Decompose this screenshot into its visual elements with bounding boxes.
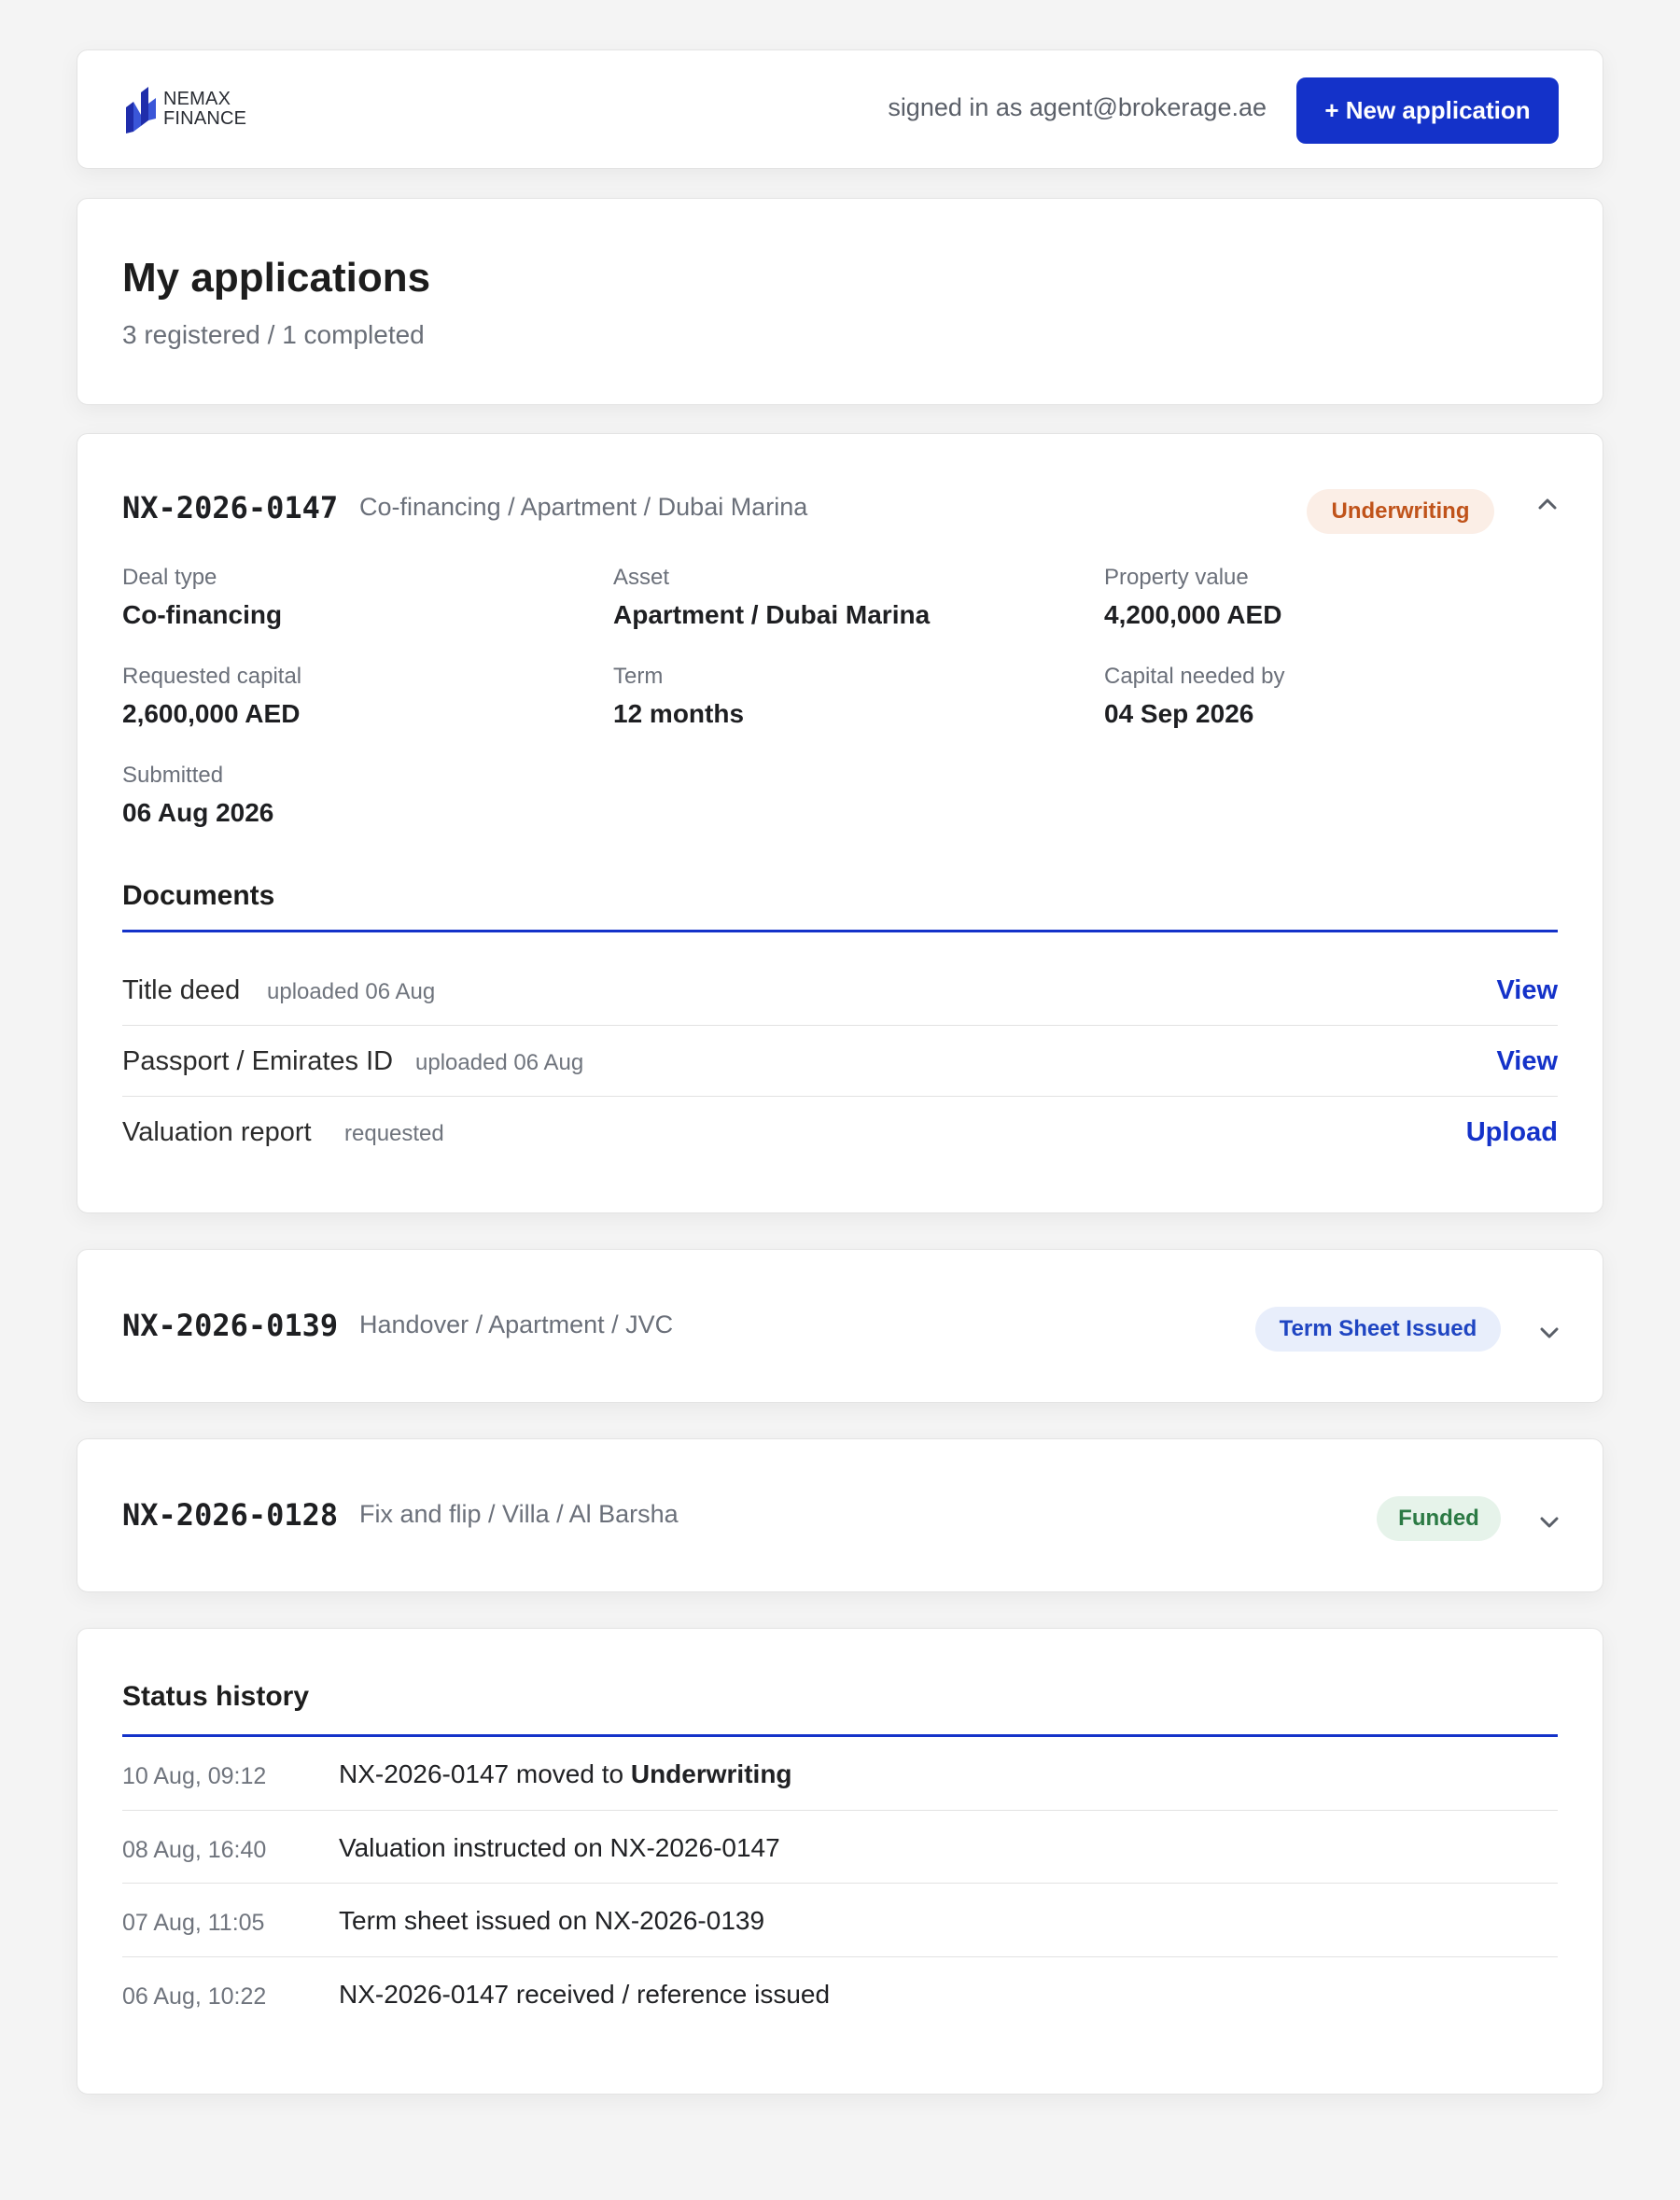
field-asset: Asset Apartment / Dubai Marina: [613, 565, 930, 630]
application-id: NX-2026-0147: [122, 490, 339, 525]
signed-in-label: signed in as agent@brokerage.ae: [888, 93, 1267, 121]
field-property-value: Property value 4,200,000 AED: [1104, 565, 1281, 630]
document-row: Valuation report requested Upload: [122, 1097, 1558, 1168]
document-name: Title deed: [122, 975, 241, 1005]
documents-divider: [122, 930, 1558, 932]
field-value: Apartment / Dubai Marina: [613, 600, 931, 629]
history-heading: Status history: [122, 1681, 310, 1712]
logo-mark-icon: [126, 87, 156, 133]
history-entry: 10 Aug, 09:12 NX-2026-0147 moved to Unde…: [122, 1737, 1558, 1811]
field-submitted: Submitted 06 Aug 2026: [122, 763, 273, 828]
field-label: Deal type: [122, 565, 217, 590]
document-status: requested: [344, 1121, 444, 1146]
new-application-button[interactable]: + New application: [1296, 77, 1559, 144]
application-id: NX-2026-0128: [122, 1497, 339, 1533]
field-value: 04 Sep 2026: [1104, 699, 1254, 728]
history-timestamp: 10 Aug, 09:12: [122, 1763, 267, 1789]
application-description: Handover / Apartment / JVC: [359, 1310, 674, 1338]
history-text: NX-2026-0147 received / reference issued: [339, 1980, 831, 2009]
field-requested-capital: Requested capital 2,600,000 AED: [122, 664, 301, 729]
application-card[interactable]: NX-2026-0128 Fix and flip / Villa / Al B…: [77, 1438, 1603, 1592]
field-value: 4,200,000 AED: [1104, 600, 1282, 629]
chevron-down-icon[interactable]: [1535, 1319, 1563, 1347]
page-header-card: My applications 3 registered / 1 complet…: [77, 198, 1603, 405]
field-deal-type: Deal type Co-financing: [122, 565, 282, 630]
history-text: Term sheet issued on NX-2026-0139: [339, 1906, 765, 1935]
nemax-logo[interactable]: NEMAX FINANCE: [122, 85, 262, 136]
history-status-name: Underwriting: [630, 1759, 792, 1788]
chevron-up-icon[interactable]: [1533, 490, 1561, 518]
history-entry: 08 Aug, 16:40 Valuation instructed on NX…: [122, 1811, 1558, 1884]
application-description: Fix and flip / Villa / Al Barsha: [359, 1500, 679, 1528]
document-status: uploaded 06 Aug: [267, 979, 436, 1004]
document-row: Passport / Emirates ID uploaded 06 Aug V…: [122, 1026, 1558, 1097]
applications-summary: 3 registered / 1 completed: [122, 320, 425, 349]
document-name: Passport / Emirates ID: [122, 1046, 394, 1076]
field-value: 12 months: [613, 699, 745, 728]
logo-line-1: NEMAX: [163, 89, 231, 109]
logo-line-2: FINANCE: [163, 108, 247, 129]
status-badge: Term Sheet Issued: [1255, 1307, 1501, 1352]
field-value: 06 Aug 2026: [122, 798, 274, 827]
application-card: NX-2026-0147 Co-financing / Apartment / …: [77, 433, 1603, 1213]
field-label: Capital needed by: [1104, 664, 1285, 689]
view-document-link[interactable]: View: [1496, 975, 1558, 1006]
history-text-prefix: NX-2026-0147 moved to: [339, 1759, 631, 1788]
status-history-card: Status history 10 Aug, 09:12 NX-2026-014…: [77, 1628, 1603, 2095]
chevron-down-icon[interactable]: [1535, 1508, 1563, 1536]
document-row: Title deed uploaded 06 Aug View: [122, 955, 1558, 1026]
upload-document-link[interactable]: Upload: [1466, 1117, 1558, 1148]
status-badge: Underwriting: [1307, 489, 1494, 534]
document-name: Valuation report: [122, 1117, 312, 1147]
field-label: Requested capital: [122, 664, 302, 689]
document-status: uploaded 06 Aug: [415, 1050, 584, 1075]
application-description: Co-financing / Apartment / Dubai Marina: [359, 493, 808, 521]
history-text: Valuation instructed on NX-2026-0147: [339, 1833, 780, 1862]
field-label: Submitted: [122, 763, 224, 788]
status-badge: Funded: [1377, 1496, 1501, 1541]
field-capital-needed-by: Capital needed by 04 Sep 2026: [1104, 664, 1284, 729]
application-id: NX-2026-0139: [122, 1308, 339, 1343]
field-label: Property value: [1104, 565, 1249, 590]
field-value: Co-financing: [122, 600, 283, 629]
history-entry: 06 Aug, 10:22 NX-2026-0147 received / re…: [122, 1957, 1558, 2031]
history-entry: 07 Aug, 11:05 Term sheet issued on NX-20…: [122, 1884, 1558, 1957]
field-value: 2,600,000 AED: [122, 699, 301, 728]
documents-heading: Documents: [122, 880, 275, 911]
field-label: Asset: [613, 565, 670, 590]
page-title: My applications: [122, 255, 431, 301]
field-term: Term 12 months: [613, 664, 744, 729]
top-bar: NEMAX FINANCE signed in as agent@brokera…: [77, 49, 1603, 169]
history-timestamp: 06 Aug, 10:22: [122, 1983, 267, 2010]
history-text: NX-2026-0147 moved to Underwriting: [339, 1759, 792, 1789]
application-card[interactable]: NX-2026-0139 Handover / Apartment / JVC …: [77, 1249, 1603, 1403]
logo-wordmark: NEMAX FINANCE: [163, 90, 246, 129]
history-timestamp: 07 Aug, 11:05: [122, 1910, 265, 1936]
history-timestamp: 08 Aug, 16:40: [122, 1837, 267, 1863]
field-label: Term: [613, 664, 664, 689]
view-document-link[interactable]: View: [1496, 1046, 1558, 1077]
